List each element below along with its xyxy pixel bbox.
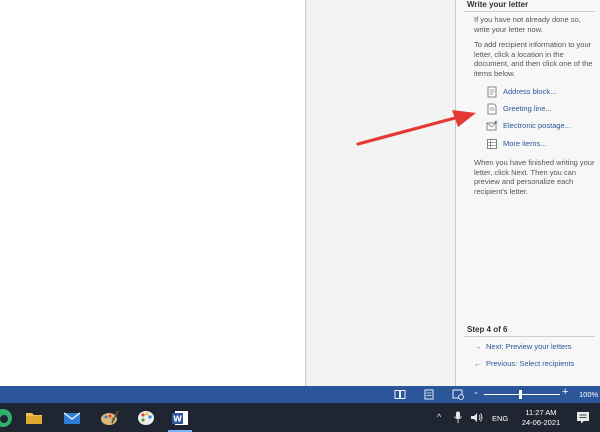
more-items-icon [487,139,497,149]
clock-date: 24-06-2021 [521,418,561,427]
microphone-icon[interactable] [453,411,463,424]
input-language-indicator[interactable]: ENG [492,414,508,423]
step-divider [464,336,595,337]
zoom-in-button[interactable]: + [562,386,568,398]
previous-step-label: Previous: Select recipients [486,359,575,368]
next-step-link[interactable]: → Next: Preview your letters [474,342,571,355]
greeting-line-link[interactable]: Greeting line... [486,102,600,116]
greeting-line-icon [487,103,497,115]
pane-instructions-text: To add recipient information to your let… [474,40,593,78]
arrow-right-icon: → [474,342,482,351]
electronic-postage-link[interactable]: Electronic postage... [486,119,600,133]
zoom-slider-thumb[interactable] [519,390,522,399]
mail-merge-pane: Write your letter If you have not alread… [455,0,600,386]
electronic-postage-label: Electronic postage... [503,121,571,130]
more-items-link[interactable]: More items... [486,137,600,151]
clock[interactable]: 11:27 AM 24-06-2021 [515,408,567,428]
pane-intro-text: If you have not already done so, write y… [474,15,581,34]
address-block-icon [487,86,497,98]
taskbar: W ^ ENG 11:27 AM 24-06-2021 [0,403,600,432]
zoom-slider[interactable] [484,394,560,395]
arrow-left-icon: ← [474,359,482,368]
pane-title: Write your letter [467,0,529,9]
pane-divider [464,11,595,12]
web-layout-icon[interactable] [452,389,464,400]
clock-time: 11:27 AM [525,408,557,417]
previous-step-link[interactable]: ← Previous: Select recipients [474,359,574,372]
paint-icon[interactable] [99,407,121,429]
greeting-line-label: Greeting line... [503,104,552,113]
zoom-level[interactable]: 100% [579,390,598,399]
document-page[interactable] [0,0,306,386]
paint-palette-icon[interactable] [135,407,157,429]
file-explorer-icon[interactable] [23,407,45,429]
print-layout-icon[interactable] [423,389,435,400]
notification-center-icon[interactable] [576,411,590,424]
zoom-out-button[interactable]: - [474,387,478,399]
next-step-label: Next: Preview your letters [486,342,572,351]
edge-icon[interactable] [0,407,14,429]
mail-icon[interactable] [61,407,83,429]
document-background [307,0,455,386]
read-mode-icon[interactable] [394,389,406,400]
electronic-postage-icon [486,120,498,131]
svg-text:W: W [173,415,182,424]
status-bar: - + 100% [0,386,600,403]
more-items-label: More items... [503,139,547,148]
word-icon[interactable]: W [169,407,191,429]
address-block-label: Address block... [503,87,557,96]
pane-finish-text: When you have finished writing your lett… [474,158,595,196]
address-block-link[interactable]: Address block... [486,85,600,99]
speaker-icon[interactable] [470,412,484,423]
step-indicator: Step 4 of 6 [467,325,508,334]
red-pointer-arrow-icon [356,110,476,146]
show-hidden-icons-chevron[interactable]: ^ [437,412,441,422]
